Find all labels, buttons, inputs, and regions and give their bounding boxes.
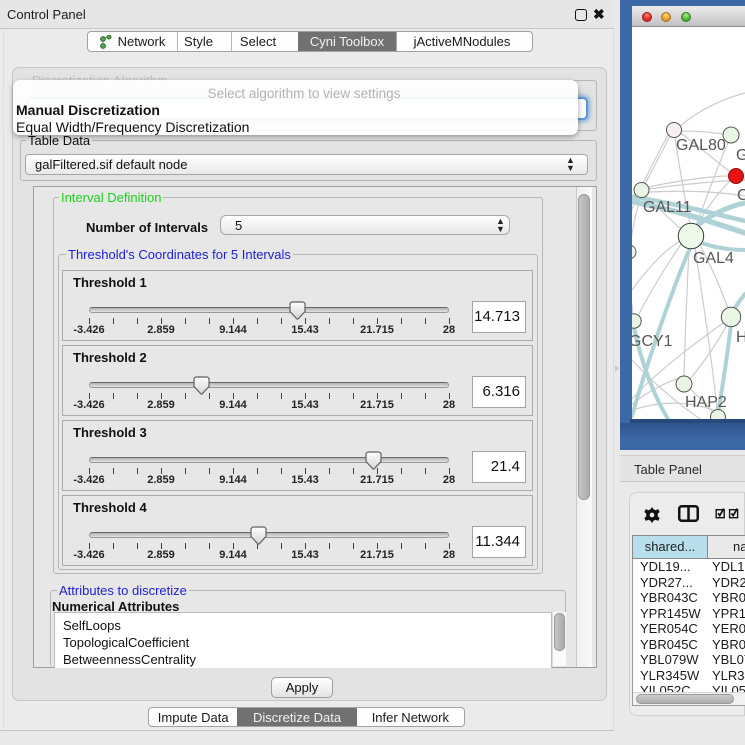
svg-text:GAL11: GAL11 [643,199,692,216]
svg-text:GAL80: GAL80 [676,137,726,154]
svg-text:CY: CY [737,187,745,204]
svg-text:GAL4: GAL4 [693,250,734,267]
svg-text:HI: HI [736,329,745,346]
svg-text:GA: GA [736,147,745,164]
svg-text:GCY1: GCY1 [632,333,673,350]
svg-text:HAP2: HAP2 [685,394,727,411]
